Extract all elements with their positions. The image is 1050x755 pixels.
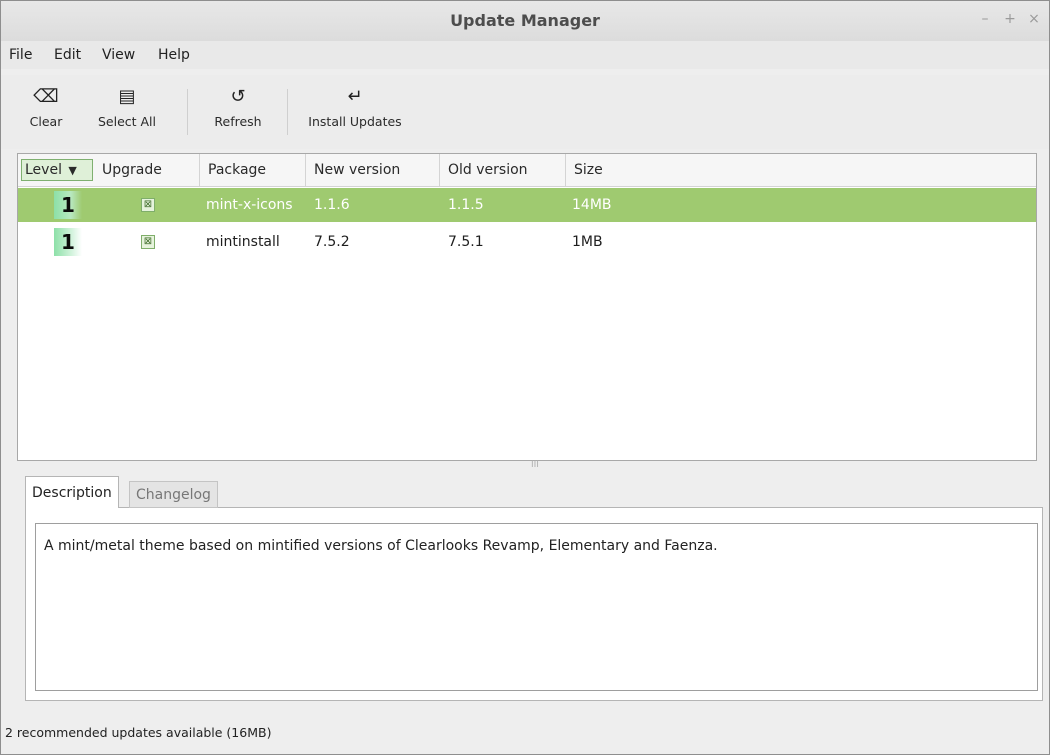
package-name: mintinstall [206, 234, 280, 250]
column-new-version-header[interactable]: New version [306, 154, 440, 186]
tab-changelog[interactable]: Changelog [129, 481, 218, 508]
menu-edit[interactable]: Edit [54, 47, 81, 63]
column-size-header[interactable]: Size [566, 154, 1036, 186]
column-level-label: Level [25, 162, 62, 178]
pane-splitter-handle[interactable]: III [531, 460, 539, 470]
tab-description[interactable]: Description [25, 476, 119, 508]
upgrade-checkbox[interactable]: ⊠ [141, 198, 155, 212]
level-badge: 1 [54, 228, 82, 256]
column-package-header[interactable]: Package [200, 154, 306, 186]
install-icon: ↵ [347, 86, 363, 107]
menu-bar: File Edit View Help [1, 41, 1049, 69]
package-size: 14MB [572, 197, 612, 213]
description-text: A mint/metal theme based on mintified ve… [44, 538, 718, 554]
column-level-header[interactable]: Level ▼ [21, 159, 93, 181]
toolbar-separator [187, 89, 188, 135]
select-all-icon: ▤ [118, 86, 136, 107]
package-size: 1MB [572, 234, 603, 250]
refresh-icon: ↺ [230, 86, 246, 107]
new-version: 7.5.2 [314, 234, 350, 250]
toolbar-separator [287, 89, 288, 135]
toolbar: ⌫ Clear ▤ Select All ↺ Refresh ↵ Install… [1, 75, 1049, 149]
select-all-button[interactable]: ▤ Select All [87, 81, 167, 143]
select-all-label: Select All [97, 114, 157, 129]
install-updates-label: Install Updates [308, 114, 402, 129]
install-updates-button[interactable]: ↵ Install Updates [295, 81, 415, 143]
table-row[interactable]: 1 ⊠ mint-x-icons 1.1.6 1.1.5 14MB [18, 188, 1036, 222]
maximize-button[interactable]: + [1002, 11, 1018, 27]
clear-button[interactable]: ⌫ Clear [23, 81, 69, 143]
new-version: 1.1.6 [314, 197, 350, 213]
column-old-version-header[interactable]: Old version [440, 154, 566, 186]
package-name: mint-x-icons [206, 197, 293, 213]
backspace-icon: ⌫ [33, 86, 59, 107]
title-bar[interactable]: Update Manager – + × [1, 1, 1049, 41]
table-row[interactable]: 1 ⊠ mintinstall 7.5.2 7.5.1 1MB [18, 225, 1036, 259]
clear-label: Clear [29, 114, 63, 129]
menu-file[interactable]: File [9, 47, 32, 63]
refresh-button[interactable]: ↺ Refresh [199, 81, 277, 143]
upgrade-checkbox[interactable]: ⊠ [141, 235, 155, 249]
status-bar-text: 2 recommended updates available (16MB) [5, 725, 272, 740]
refresh-label: Refresh [214, 114, 262, 129]
close-button[interactable]: × [1026, 11, 1042, 27]
column-upgrade-header[interactable]: Upgrade [94, 154, 200, 186]
level-badge: 1 [54, 191, 82, 219]
menu-view[interactable]: View [102, 47, 135, 63]
updates-list[interactable]: Level ▼ Upgrade Package New version Old … [17, 153, 1037, 461]
window-title: Update Manager [450, 11, 600, 30]
list-header: Level ▼ Upgrade Package New version Old … [18, 154, 1036, 187]
update-manager-window: Update Manager – + × File Edit View Help… [0, 0, 1050, 755]
old-version: 7.5.1 [448, 234, 484, 250]
minimize-button[interactable]: – [977, 11, 993, 27]
description-textview[interactable]: A mint/metal theme based on mintified ve… [35, 523, 1038, 691]
sort-down-icon: ▼ [68, 164, 77, 177]
old-version: 1.1.5 [448, 197, 484, 213]
menu-help[interactable]: Help [158, 47, 190, 63]
